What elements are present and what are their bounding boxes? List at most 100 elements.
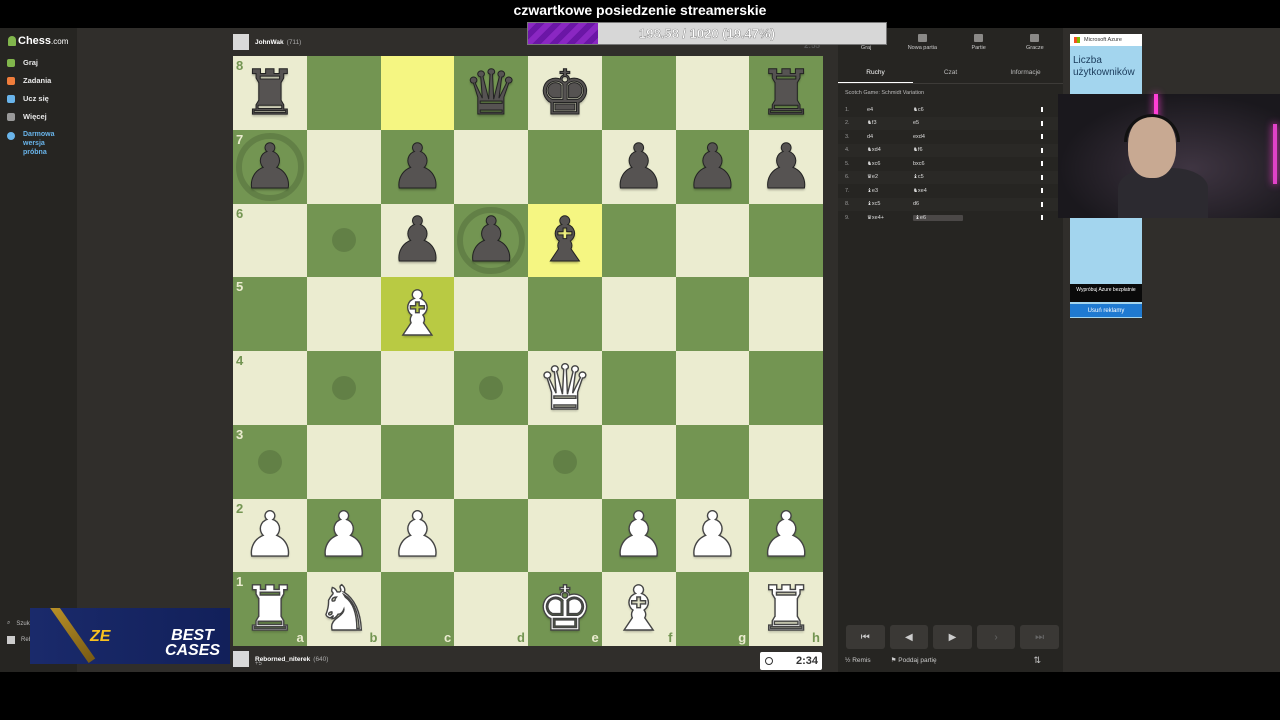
square-c4[interactable] (380, 351, 455, 425)
square-c1[interactable]: c (380, 572, 455, 646)
black-move[interactable]: ♞c6 (913, 107, 963, 113)
square-h6[interactable] (749, 203, 823, 278)
white-knight-icon[interactable]: ♞ (315, 577, 372, 640)
black-move[interactable]: ♞xe4 (913, 188, 963, 194)
black-move[interactable]: ♝c5 (913, 174, 963, 180)
square-h7[interactable]: ♟ (749, 129, 823, 204)
square-e8[interactable]: ♚ (528, 56, 602, 130)
nav-item-graj[interactable]: Graj (7, 58, 38, 67)
white-move[interactable]: ♞f3 (867, 120, 913, 126)
square-a5[interactable]: 5 (233, 277, 307, 351)
square-c2[interactable]: ♟ (380, 498, 455, 573)
square-f5[interactable] (601, 277, 676, 351)
square-c8[interactable] (380, 56, 455, 130)
square-f3[interactable] (601, 424, 676, 499)
square-c5[interactable]: ♝ (380, 277, 455, 351)
black-move[interactable]: ♝e6 (913, 214, 963, 221)
white-move[interactable]: ♝xc5 (867, 201, 913, 207)
square-e4[interactable]: ♛ (528, 351, 602, 425)
square-d5[interactable] (454, 277, 528, 351)
draw-button[interactable]: ½ Remis (845, 657, 881, 664)
square-e2[interactable] (528, 498, 602, 573)
subtab-informacje[interactable]: Informacje (988, 64, 1063, 83)
square-a6[interactable]: 6 (233, 203, 307, 278)
white-king-icon[interactable]: ♚ (536, 577, 593, 640)
nav-item-ucz-się[interactable]: Ucz się (7, 94, 49, 103)
square-b2[interactable]: ♟ (306, 498, 381, 573)
square-e6[interactable]: ♝ (528, 203, 602, 278)
square-f1[interactable]: f ♝ (601, 572, 676, 646)
resign-button[interactable]: ⚑ Poddaj partię (891, 656, 947, 664)
black-bishop-icon[interactable]: ♝ (537, 208, 594, 271)
bottom-player-name[interactable]: Reborned_niterek (255, 656, 310, 663)
move-hint-dot[interactable] (479, 375, 504, 400)
subtab-ruchy[interactable]: Ruchy (838, 64, 913, 83)
square-e1[interactable]: e ♚ (528, 572, 602, 646)
square-g5[interactable] (675, 277, 750, 351)
square-g3[interactable] (675, 424, 750, 499)
white-move[interactable]: ♝e3 (867, 188, 913, 194)
tab-partie[interactable]: Partie (951, 34, 1007, 60)
white-move[interactable]: e4 (867, 107, 913, 113)
square-a2[interactable]: 2 ♟ (233, 498, 307, 573)
move-hint-dot[interactable] (331, 375, 356, 400)
black-move[interactable]: d6 (913, 201, 963, 207)
tab-gracze[interactable]: Gracze (1007, 34, 1063, 60)
black-move[interactable]: ♞f6 (913, 147, 963, 153)
square-h4[interactable] (749, 351, 823, 425)
black-move[interactable]: exd4 (913, 134, 963, 140)
square-f8[interactable] (601, 56, 676, 130)
square-d7[interactable] (454, 129, 528, 204)
black-king-icon[interactable]: ♚ (537, 61, 594, 124)
chess-board[interactable]: 8 ♜ ♛ ♚ ♜ 7 ♟ ♟ ♟ ♟ ♟ 6 ♟ ♟ ♝ 5 ♝ 4 ♛ 3 2 ♟ ♟ ♟ ♟ ♟ ♟ 1 a ♜ b ♞ c d e ♚ f ♝ g h… (233, 56, 823, 646)
square-e3[interactable] (528, 424, 602, 499)
square-f4[interactable] (601, 351, 676, 425)
top-player-name[interactable]: JohnWak (255, 39, 284, 46)
white-rook-icon[interactable]: ♜ (241, 577, 298, 640)
square-f7[interactable]: ♟ (601, 129, 676, 204)
square-c7[interactable]: ♟ (380, 129, 455, 204)
square-a3[interactable]: 3 (233, 424, 307, 499)
remove-ads-button[interactable]: Usuń reklamy (1070, 304, 1142, 317)
black-move[interactable]: e5 (913, 120, 963, 126)
square-d4[interactable] (454, 351, 528, 425)
black-pawn-icon[interactable]: ♟ (684, 135, 741, 198)
square-b4[interactable] (306, 351, 381, 425)
play-button[interactable]: ▶ (933, 625, 972, 649)
bottom-player-avatar[interactable] (233, 651, 249, 667)
last-move-button[interactable]: ⏭ (1020, 625, 1059, 649)
white-rook-icon[interactable]: ♜ (758, 577, 815, 640)
nav-item-więcej[interactable]: Więcej (7, 112, 47, 121)
square-b3[interactable] (306, 424, 381, 499)
square-a7[interactable]: 7 ♟ (233, 129, 307, 204)
black-rook-icon[interactable]: ♜ (242, 61, 299, 124)
square-b7[interactable] (306, 129, 381, 204)
square-a8[interactable]: 8 ♜ (233, 56, 307, 130)
white-move[interactable]: ♛e2 (867, 174, 913, 180)
top-player-avatar[interactable] (233, 34, 249, 50)
square-b1[interactable]: b ♞ (306, 572, 381, 646)
square-a4[interactable]: 4 (233, 351, 307, 425)
free-trial-link[interactable]: Darmowa wersja próbna (7, 130, 55, 157)
subtab-czat[interactable]: Czat (913, 64, 988, 83)
black-move[interactable]: bxc6 (913, 161, 963, 167)
square-e7[interactable] (528, 129, 602, 204)
next-move-button[interactable]: › (976, 625, 1016, 649)
white-pawn-icon[interactable]: ♟ (758, 503, 815, 566)
white-move[interactable]: ♞xd4 (867, 147, 913, 153)
square-g8[interactable] (675, 56, 750, 130)
white-pawn-icon[interactable]: ♟ (610, 503, 667, 566)
square-g4[interactable] (675, 351, 750, 425)
white-pawn-icon[interactable]: ♟ (684, 503, 741, 566)
white-move[interactable]: d4 (867, 134, 913, 140)
square-g6[interactable] (675, 203, 750, 278)
black-pawn-icon[interactable]: ♟ (389, 208, 446, 271)
black-pawn-icon[interactable]: ♟ (389, 135, 446, 198)
square-d3[interactable] (454, 424, 528, 499)
chess-logo[interactable]: Chess .com (8, 35, 68, 47)
square-b8[interactable] (306, 56, 381, 130)
square-a1[interactable]: 1 a ♜ (233, 572, 307, 646)
square-c3[interactable] (380, 424, 455, 499)
white-bishop-icon[interactable]: ♝ (389, 282, 446, 345)
square-g7[interactable]: ♟ (675, 129, 750, 204)
